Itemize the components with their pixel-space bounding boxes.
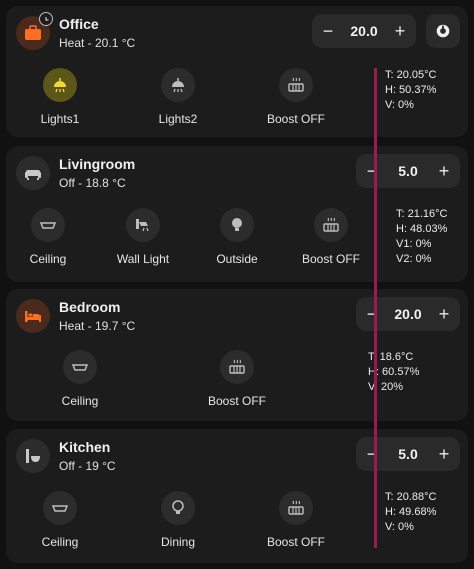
room-status: Heat - 20.1 °C xyxy=(59,36,136,50)
setpoint-value: 20.0 xyxy=(394,306,422,322)
device-label: Outside xyxy=(216,252,258,266)
increase-button[interactable]: + xyxy=(392,22,408,40)
room-status: Heat - 19.7 °C xyxy=(59,319,136,333)
decrease-button[interactable]: − xyxy=(320,22,336,40)
ceiling-light-icon xyxy=(31,208,65,242)
increase-button[interactable]: + xyxy=(436,305,452,323)
device-boost[interactable]: Boost OFF xyxy=(256,491,336,549)
device-lights2[interactable]: Lights2 xyxy=(138,68,218,126)
device-label: Lights2 xyxy=(158,112,198,126)
decrease-button[interactable]: − xyxy=(364,305,380,323)
increase-button[interactable]: + xyxy=(436,162,452,180)
ceiling-light-icon xyxy=(63,350,97,384)
ceiling-light-icon xyxy=(43,68,77,102)
valve-reading: V: 0% xyxy=(385,521,414,533)
device-label: Lights1 xyxy=(40,112,80,126)
device-ceiling[interactable]: Ceiling xyxy=(8,208,88,266)
sofa-icon[interactable] xyxy=(16,156,50,190)
temperature-reading: T: 21.16°C xyxy=(396,208,448,220)
room-card-livingroom: Livingroom Off - 18.8 °C − 5.0 + Ceiling… xyxy=(6,146,468,282)
room-status: Off - 19 °C xyxy=(59,459,116,473)
radiator-icon xyxy=(279,68,313,102)
bulb-icon xyxy=(161,491,195,525)
ceiling-light-icon xyxy=(43,491,77,525)
divider-line xyxy=(374,68,377,548)
clock-badge-icon xyxy=(39,12,53,26)
valve-reading: V: 0% xyxy=(385,99,414,111)
device-label: Boost OFF xyxy=(207,394,266,408)
humidity-reading: H: 48.03% xyxy=(396,223,448,235)
kitchen-icon[interactable] xyxy=(16,439,50,473)
device-boost[interactable]: Boost OFF xyxy=(291,208,371,266)
radiator-icon xyxy=(314,208,348,242)
power-icon xyxy=(436,24,450,38)
room-name: Bedroom xyxy=(59,299,121,315)
device-ceiling[interactable]: Ceiling xyxy=(40,350,120,408)
setpoint-stepper: − 5.0 + xyxy=(356,437,460,471)
humidity-reading: H: 50.37% xyxy=(385,84,437,96)
device-label: Ceiling xyxy=(29,252,67,266)
setpoint-stepper: − 5.0 + xyxy=(356,154,460,188)
device-ceiling[interactable]: Ceiling xyxy=(20,491,100,549)
sensor-readings: T: 20.88°C H: 49.68% V: 0% xyxy=(385,490,436,535)
bed-icon[interactable] xyxy=(16,299,50,333)
decrease-button[interactable]: − xyxy=(364,445,380,463)
setpoint-value: 5.0 xyxy=(398,163,418,179)
power-button[interactable] xyxy=(426,14,460,48)
radiator-icon xyxy=(220,350,254,384)
room-card-office: Office Heat - 20.1 °C − 20.0 + Lights1 L… xyxy=(6,6,468,137)
device-label: Ceiling xyxy=(41,535,79,549)
room-card-kitchen: Kitchen Off - 19 °C − 5.0 + Ceiling Dini… xyxy=(6,429,468,563)
increase-button[interactable]: + xyxy=(436,445,452,463)
room-card-bedroom: Bedroom Heat - 19.7 °C − 20.0 + Ceiling … xyxy=(6,289,468,421)
temperature-reading: T: 20.88°C xyxy=(385,491,437,503)
device-boost[interactable]: Boost OFF xyxy=(256,68,336,126)
setpoint-stepper: − 20.0 + xyxy=(312,14,416,48)
valve2-reading: V2: 0% xyxy=(396,253,432,265)
setpoint-value: 20.0 xyxy=(350,23,378,39)
device-boost[interactable]: Boost OFF xyxy=(197,350,277,408)
device-dining[interactable]: Dining xyxy=(138,491,218,549)
sensor-readings: T: 20.05°C H: 50.37% V: 0% xyxy=(385,68,436,113)
radiator-icon xyxy=(279,491,313,525)
setpoint-stepper: − 20.0 + xyxy=(356,297,460,331)
wall-light-icon xyxy=(126,208,160,242)
device-label: Wall Light xyxy=(116,252,170,266)
decrease-button[interactable]: − xyxy=(364,162,380,180)
room-status: Off - 18.8 °C xyxy=(59,176,126,190)
room-name: Office xyxy=(59,16,99,32)
sensor-readings: T: 21.16°C H: 48.03% V1: 0% V2: 0% xyxy=(396,207,447,267)
device-label: Boost OFF xyxy=(266,112,325,126)
room-name: Livingroom xyxy=(59,156,136,172)
bulb-icon xyxy=(220,208,254,242)
valve1-reading: V1: 0% xyxy=(396,238,432,250)
setpoint-value: 5.0 xyxy=(398,446,418,462)
device-label: Ceiling xyxy=(61,394,99,408)
device-lights1[interactable]: Lights1 xyxy=(20,68,100,126)
device-label: Boost OFF xyxy=(301,252,360,266)
device-label: Boost OFF xyxy=(266,535,325,549)
device-label: Dining xyxy=(160,535,196,549)
device-wall-light[interactable]: Wall Light xyxy=(103,208,183,266)
room-name: Kitchen xyxy=(59,439,111,455)
device-outside[interactable]: Outside xyxy=(197,208,277,266)
humidity-reading: H: 49.68% xyxy=(385,506,437,518)
temperature-reading: T: 20.05°C xyxy=(385,69,437,81)
ceiling-light-icon xyxy=(161,68,195,102)
